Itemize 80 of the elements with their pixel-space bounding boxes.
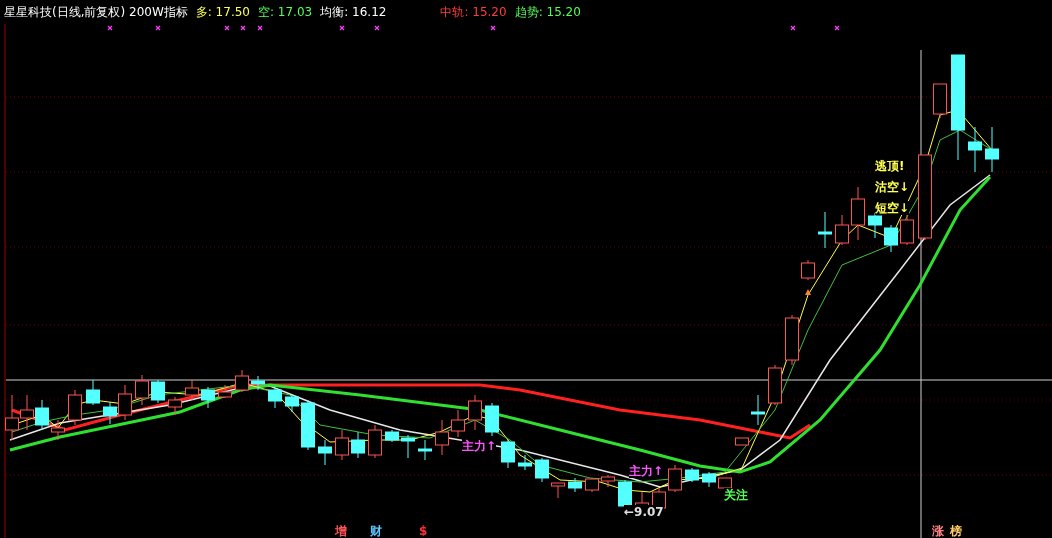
candlestick: [151, 379, 165, 404]
candlestick: [501, 439, 515, 469]
candlestick: [418, 439, 432, 461]
candlestick: [168, 396, 182, 416]
signal-label: 逃顶!: [875, 159, 905, 173]
candlestick: [401, 434, 415, 459]
signal-label: 主力↑: [462, 439, 497, 453]
candlestick: [933, 83, 947, 119]
indicator-value: 中轨: 15.20: [440, 3, 507, 21]
candlestick: [20, 394, 34, 431]
cross-marker-icon: [257, 25, 263, 31]
candlestick: [68, 389, 82, 426]
candlestick: [568, 477, 582, 493]
candlestick: [518, 454, 532, 471]
candlestick: [884, 224, 898, 253]
signal-label: ←9.07: [624, 505, 664, 519]
candlestick: [535, 457, 549, 483]
candlestick: [801, 259, 815, 281]
candlestick: [185, 379, 199, 401]
event-marker: $: [419, 524, 428, 538]
candlestick: [835, 214, 849, 246]
candlestick: [818, 211, 832, 249]
candlestick: [301, 399, 315, 451]
candlestick: [551, 482, 565, 499]
candlestick: [368, 424, 382, 459]
candlestick: [251, 375, 265, 391]
chart-title: 星星科技(日线,前复权) 200W指标: [4, 3, 188, 21]
candlestick: [351, 431, 365, 459]
candlestick: [985, 126, 999, 173]
candlestick: [235, 369, 249, 393]
candlestick: [135, 374, 149, 406]
indicator-value: 趋势: 15.20: [514, 3, 581, 21]
candlestick: [268, 387, 282, 409]
candlestick: [318, 439, 332, 466]
candlestick: [86, 379, 100, 406]
cross-marker-icon: [224, 25, 230, 31]
cross-marker-icon: [490, 25, 496, 31]
signal-label: 主力↑: [629, 464, 664, 478]
candlestick: [285, 394, 299, 413]
candlestick: [435, 419, 449, 456]
candlestick: [685, 467, 699, 483]
cross-marker-icon: [107, 25, 113, 31]
cross-marker-icon: [834, 25, 840, 31]
candlestick: [335, 429, 349, 461]
cross-marker-icon: [790, 25, 796, 31]
event-marker: 榜: [950, 524, 962, 538]
candlestick: [735, 437, 749, 446]
indicator-value: 均衡: 16.12: [320, 3, 387, 21]
candlestick: [702, 471, 716, 488]
candlestick: [485, 402, 499, 437]
candlestick: [201, 386, 215, 409]
candlestick: [35, 399, 49, 431]
event-marker: 涨: [932, 524, 944, 538]
candlestick: [868, 212, 882, 239]
candlestick: [585, 477, 599, 493]
signal-label: 沽空↓: [875, 180, 910, 194]
signal-label: 关注: [724, 488, 748, 502]
event-marker: 增: [335, 524, 347, 538]
indicator-value: 多: 17.50: [195, 3, 250, 21]
indicator-value: 空: 17.03: [258, 3, 313, 21]
cross-marker-icon: [374, 25, 380, 31]
signal-label: 短空↓: [875, 201, 910, 215]
triangle-marker-icon: [805, 289, 811, 295]
candlestick: [768, 364, 782, 406]
event-marker: 财: [370, 524, 382, 538]
candlestick: [601, 474, 615, 488]
candlestick: [785, 314, 799, 366]
candlestick: [5, 394, 19, 441]
cross-marker-icon: [240, 25, 246, 31]
candlestick: [751, 394, 765, 426]
candlestick: [468, 394, 482, 431]
cross-marker-icon: [155, 25, 161, 31]
candlestick: [218, 384, 232, 399]
candlestick: [51, 419, 65, 441]
candlestick: [668, 464, 682, 493]
candlestick: [851, 186, 865, 241]
cross-marker-icon: [339, 25, 345, 31]
candlestick: [385, 429, 399, 443]
candlestick: [451, 409, 465, 438]
candlestick: [968, 126, 982, 173]
